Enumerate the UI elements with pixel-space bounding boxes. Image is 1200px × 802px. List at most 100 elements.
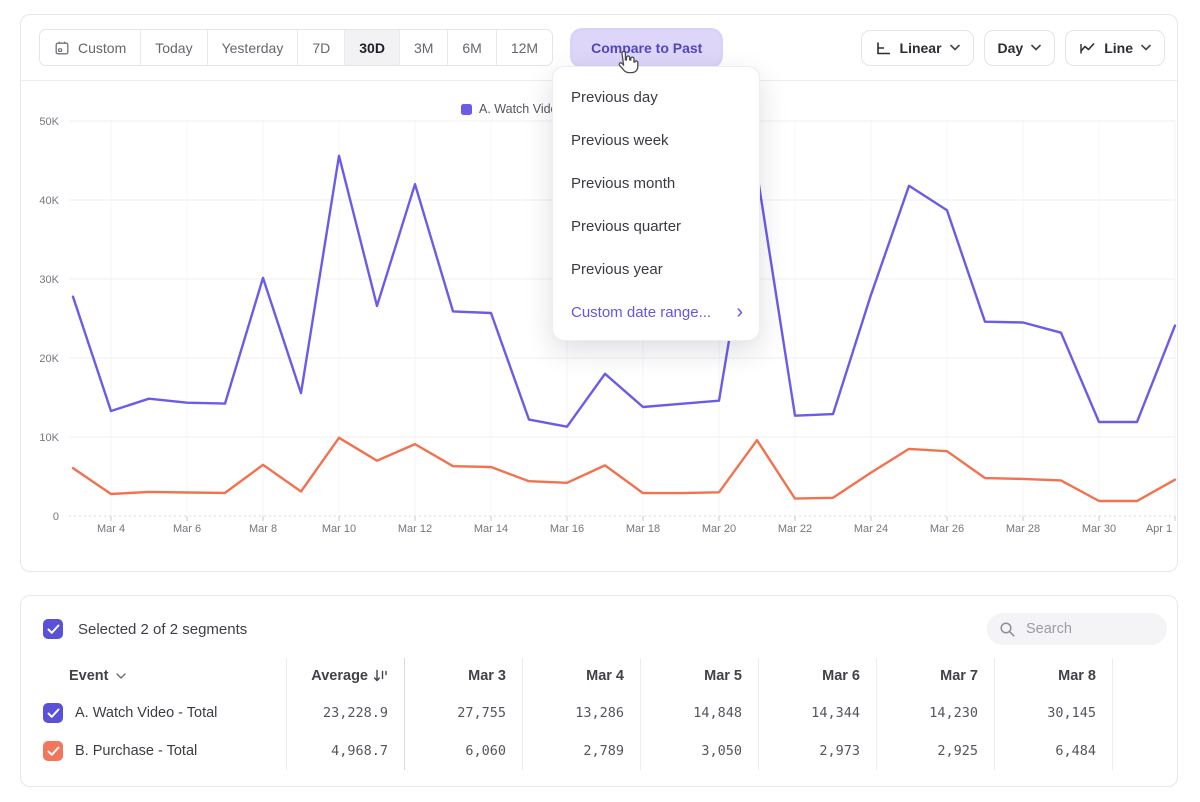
search-input[interactable] (1024, 620, 1148, 638)
menu-item-previous-month[interactable]: Previous month (553, 162, 759, 205)
svg-text:Mar 10: Mar 10 (322, 523, 356, 535)
cell-b-average: 4,968.7 (286, 732, 404, 770)
segments-table: Event Average Mar 3 Mar 4 Mar 5 Mar 6 Ma… (21, 658, 1178, 770)
cell-a-mar7: 14,230 (876, 694, 994, 732)
cursor-pointer-icon (612, 50, 639, 79)
cell-a-mar6: 14,344 (758, 694, 876, 732)
preset-7d[interactable]: 7D (298, 30, 345, 65)
column-header-mar5: Mar 5 (640, 658, 758, 694)
calendar-icon (54, 40, 70, 56)
table-row-watch-video[interactable]: A. Watch Video - Total (21, 694, 286, 732)
svg-text:Mar 16: Mar 16 (550, 523, 584, 535)
preset-7d-label: 7D (312, 40, 330, 56)
event-header-label: Event (69, 668, 109, 684)
selected-segments-label: Selected 2 of 2 segments (78, 621, 247, 638)
cell-a-mar3: 27,755 (404, 694, 522, 732)
chevron-down-icon (950, 44, 960, 51)
search-icon (999, 621, 1016, 638)
preset-yesterday-label: Yesterday (222, 40, 284, 56)
chart-display-controls: Linear Day Line (861, 30, 1165, 66)
menu-item-previous-year[interactable]: Previous year (553, 248, 759, 291)
cell-b-mar9-clipped: 3, (1112, 732, 1178, 770)
column-header-mar4: Mar 4 (522, 658, 640, 694)
cell-b-mar3: 6,060 (404, 732, 522, 770)
average-header-label: Average (311, 668, 368, 684)
column-header-event[interactable]: Event (21, 658, 286, 694)
svg-text:Mar 30: Mar 30 (1082, 523, 1116, 535)
svg-text:10K: 10K (39, 432, 59, 444)
svg-text:Mar 6: Mar 6 (173, 523, 201, 535)
chevron-down-icon (1141, 44, 1151, 51)
chart-type-dropdown[interactable]: Line (1065, 30, 1165, 66)
column-header-mar7: Mar 7 (876, 658, 994, 694)
svg-text:Mar 28: Mar 28 (1006, 523, 1040, 535)
preset-custom-label: Custom (78, 40, 126, 56)
svg-text:0: 0 (53, 511, 59, 523)
table-row-purchase[interactable]: B. Purchase - Total (21, 732, 286, 770)
preset-yesterday[interactable]: Yesterday (208, 30, 299, 65)
chevron-right-icon: › (736, 302, 743, 322)
chart-type-label: Line (1104, 40, 1133, 56)
search-box (987, 613, 1167, 645)
analytics-dashboard: 010K20K30K40K50KMar 4Mar 6Mar 8Mar 10Mar… (0, 0, 1200, 802)
linear-axis-icon (875, 40, 892, 56)
cell-b-mar7: 2,925 (876, 732, 994, 770)
date-range-picker: Custom Today Yesterday 7D 30D 3M 6M 12M (39, 29, 553, 66)
chevron-down-icon (116, 673, 126, 679)
preset-custom[interactable]: Custom (40, 30, 141, 65)
menu-item-custom-date-range[interactable]: Custom date range... › (553, 291, 759, 334)
cell-a-mar9-clipped: 15, (1112, 694, 1178, 732)
menu-item-previous-week[interactable]: Previous week (553, 119, 759, 162)
column-header-average[interactable]: Average (286, 658, 404, 694)
row-checkbox-watch-video[interactable] (43, 703, 63, 723)
preset-today-label: Today (155, 40, 192, 56)
cell-b-mar5: 3,050 (640, 732, 758, 770)
granularity-dropdown[interactable]: Day (984, 30, 1056, 66)
svg-text:Mar 18: Mar 18 (626, 523, 660, 535)
svg-text:Mar 22: Mar 22 (778, 523, 812, 535)
cell-b-mar8: 6,484 (994, 732, 1112, 770)
sort-descending-icon (373, 669, 388, 683)
segments-card: Selected 2 of 2 segments Event Average (20, 595, 1178, 787)
preset-today[interactable]: Today (141, 30, 207, 65)
svg-text:Mar 14: Mar 14 (474, 523, 508, 535)
svg-text:20K: 20K (39, 353, 59, 365)
compare-to-past-button[interactable]: Compare to Past (573, 31, 720, 65)
select-all-checkbox[interactable] (43, 619, 63, 639)
preset-30d[interactable]: 30D (345, 30, 400, 65)
svg-text:Mar 12: Mar 12 (398, 523, 432, 535)
preset-12m[interactable]: 12M (497, 30, 552, 65)
preset-30d-label: 30D (359, 40, 385, 56)
column-header-mar9-clipped: M (1112, 658, 1178, 694)
cell-a-mar8: 30,145 (994, 694, 1112, 732)
check-icon (47, 746, 60, 757)
custom-date-range-label: Custom date range... (571, 304, 711, 321)
svg-text:Mar 24: Mar 24 (854, 523, 888, 535)
preset-12m-label: 12M (511, 40, 538, 56)
preset-3m-label: 3M (414, 40, 433, 56)
svg-text:40K: 40K (39, 195, 59, 207)
menu-item-previous-day[interactable]: Previous day (553, 76, 759, 119)
axis-scale-dropdown[interactable]: Linear (861, 30, 974, 66)
column-header-mar8: Mar 8 (994, 658, 1112, 694)
svg-text:Mar 8: Mar 8 (249, 523, 277, 535)
cell-b-mar6: 2,973 (758, 732, 876, 770)
svg-text:Mar 4: Mar 4 (97, 523, 125, 535)
check-icon (47, 624, 60, 635)
menu-item-previous-quarter[interactable]: Previous quarter (553, 205, 759, 248)
column-header-mar3: Mar 3 (404, 658, 522, 694)
row-label-watch-video: A. Watch Video - Total (75, 705, 217, 721)
cell-a-mar4: 13,286 (522, 694, 640, 732)
svg-text:Mar 26: Mar 26 (930, 523, 964, 535)
chevron-down-icon (1031, 44, 1041, 51)
cell-b-mar4: 2,789 (522, 732, 640, 770)
granularity-label: Day (998, 40, 1024, 56)
row-checkbox-purchase[interactable] (43, 741, 63, 761)
compare-dropdown-menu: Previous day Previous week Previous mont… (552, 66, 760, 341)
axis-scale-label: Linear (900, 40, 942, 56)
preset-3m[interactable]: 3M (400, 30, 448, 65)
preset-6m[interactable]: 6M (448, 30, 496, 65)
svg-text:Apr 1: Apr 1 (1146, 523, 1172, 535)
check-icon (47, 708, 60, 719)
cell-a-average: 23,228.9 (286, 694, 404, 732)
